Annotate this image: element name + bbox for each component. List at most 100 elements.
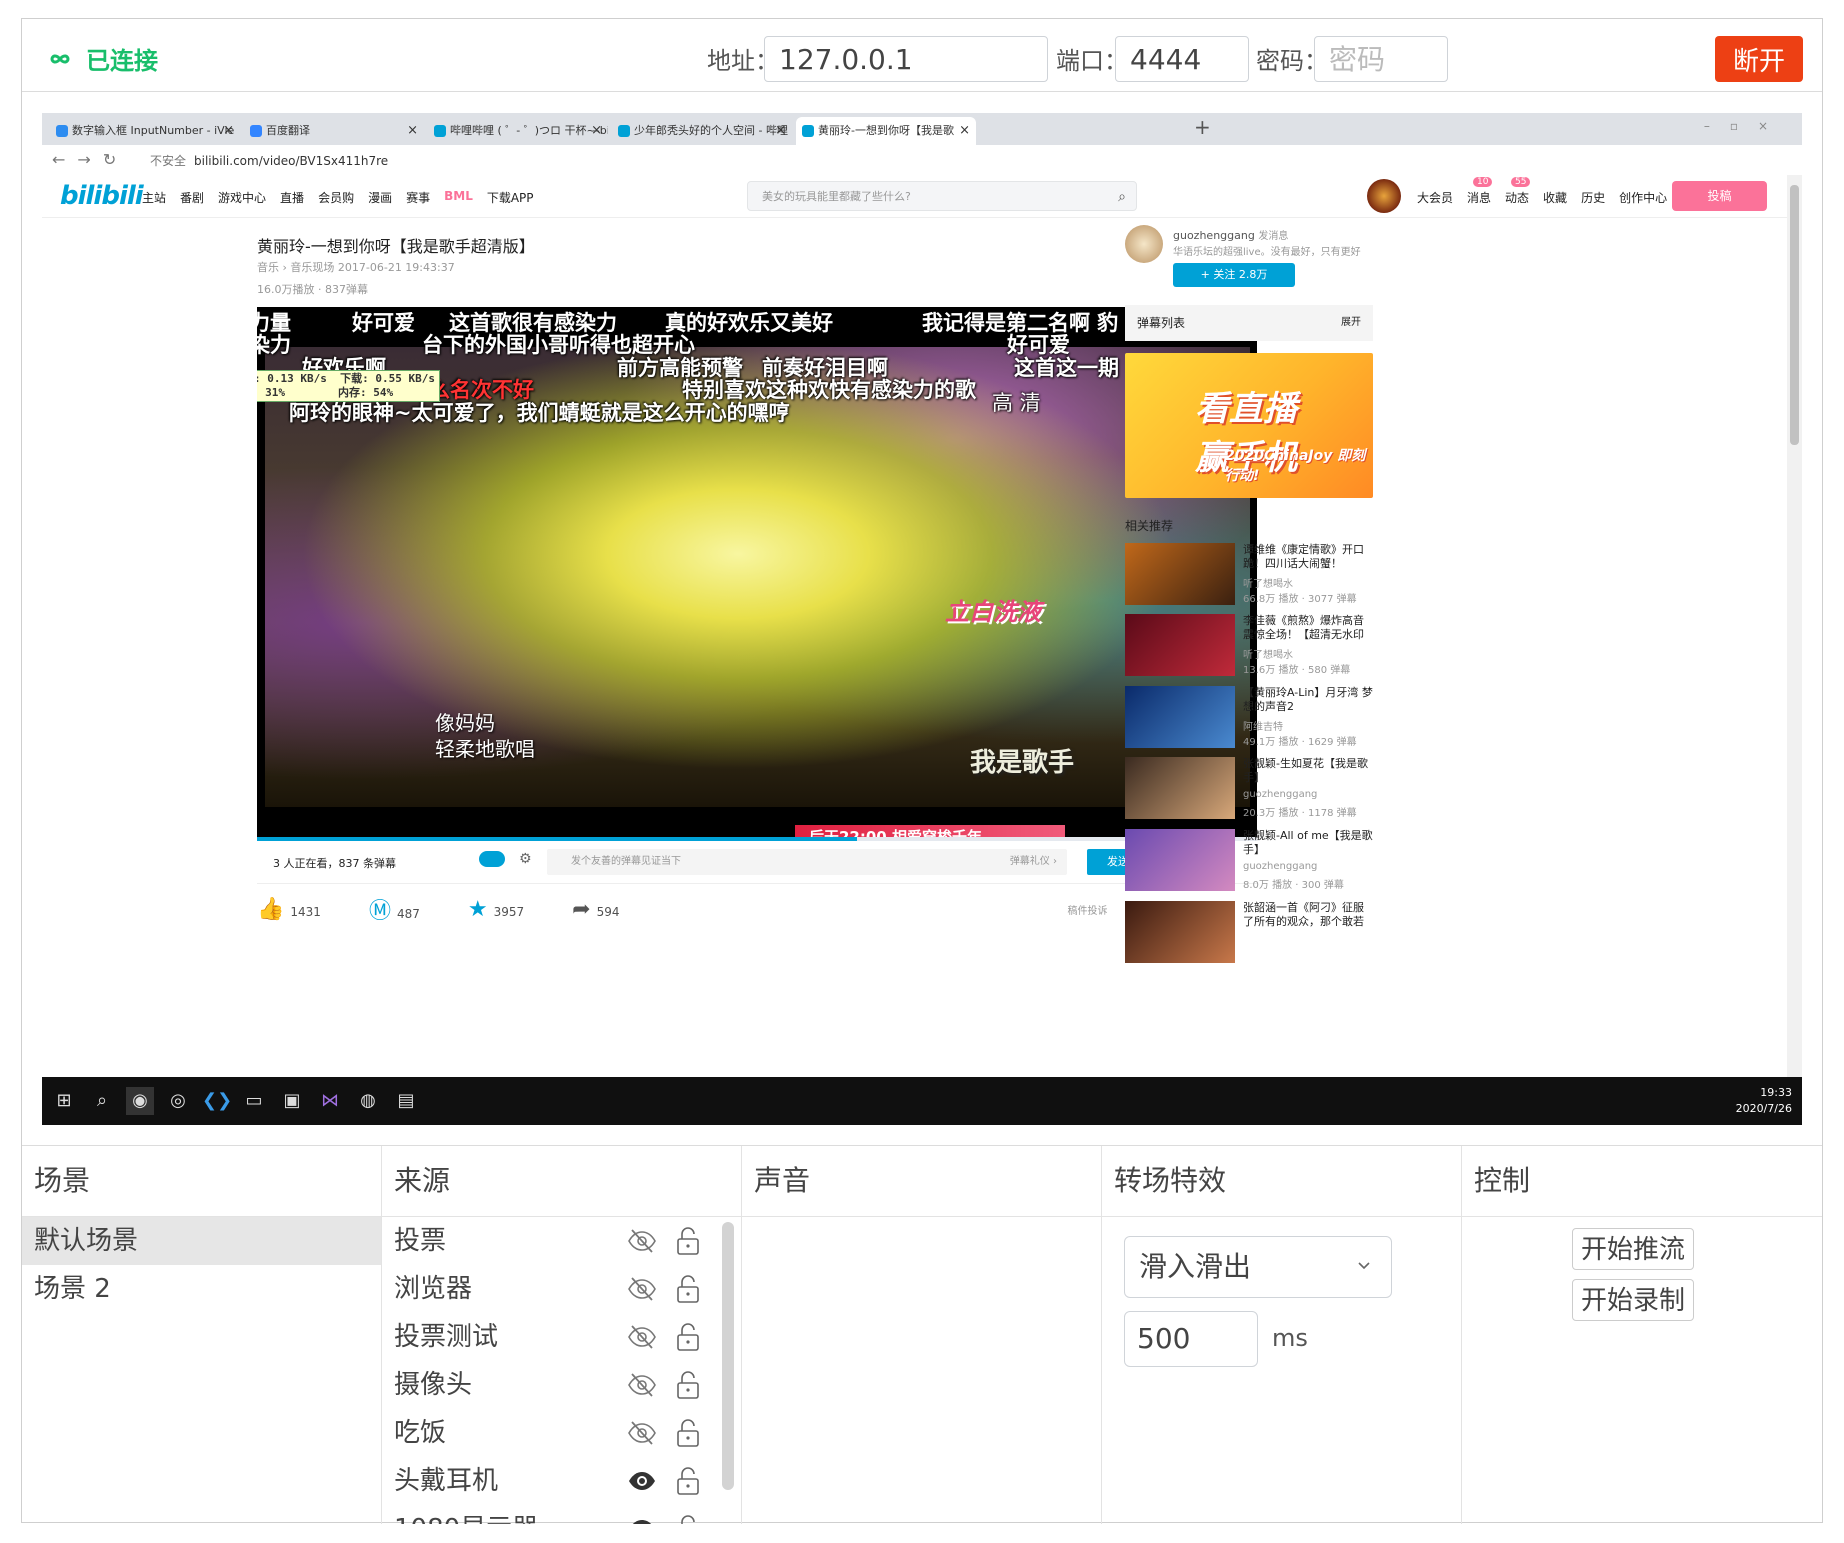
bilibili-logo[interactable]: bilibili <box>60 181 144 211</box>
list-item[interactable]: 张靓颖-生如夏花【我是歌手】 guozhenggang 20.3万 播放 · 117… <box>1125 757 1373 823</box>
site-search-input[interactable]: 美女的玩具能里都藏了些什么? ⌕ <box>747 181 1137 211</box>
nav-link[interactable]: 番剧 <box>180 189 204 206</box>
transition-duration-input[interactable]: 500 <box>1124 1311 1258 1367</box>
nav-arrows-icon[interactable]: ←→↻ <box>52 150 128 169</box>
eye-icon[interactable] <box>627 1516 657 1524</box>
eye-off-icon[interactable] <box>627 1228 657 1254</box>
app-icon[interactable]: ▣ <box>278 1087 306 1115</box>
chrome-icon[interactable]: ◉ <box>126 1087 154 1115</box>
eye-off-icon[interactable] <box>627 1276 657 1302</box>
search-icon[interactable]: ⌕ <box>88 1087 116 1115</box>
like-button[interactable]: 👍 1431 <box>257 897 321 922</box>
eye-off-icon[interactable] <box>627 1420 657 1446</box>
source-item[interactable]: 1080显示器 <box>382 1505 741 1524</box>
user-link[interactable]: 动态 55 <box>1505 177 1531 206</box>
share-button[interactable]: ➦ 594 <box>572 897 619 922</box>
user-link[interactable]: 大会员 <box>1417 189 1453 206</box>
vscode-icon[interactable]: ❮❯ <box>202 1087 232 1115</box>
danmaku-etiquette-link[interactable]: 弹幕礼仪 › <box>1010 849 1057 875</box>
source-item[interactable]: 摄像头 <box>382 1361 741 1409</box>
nav-link[interactable]: 会员购 <box>318 189 354 206</box>
nav-link[interactable]: BML <box>444 189 473 206</box>
nav-link[interactable]: 主站 <box>142 189 166 206</box>
browser-tab[interactable]: 少年郎秃头好的个人空间 - 哔哩 × <box>612 117 792 145</box>
list-item[interactable]: 谭维维《康定情歌》开口跪！四川话大闹蟹！【我…听了想喝水66.8万 播放 · 3… <box>1125 543 1373 609</box>
source-scrollbar[interactable] <box>722 1222 734 1490</box>
upload-button[interactable]: 投稿 <box>1672 181 1767 211</box>
danmaku-list-header[interactable]: 弹幕列表 展开 <box>1125 305 1373 341</box>
unlock-icon[interactable] <box>676 1466 700 1496</box>
close-icon[interactable]: × <box>591 117 602 145</box>
close-icon[interactable]: × <box>775 117 786 145</box>
nav-link[interactable]: 下载APP <box>487 189 534 206</box>
source-item[interactable]: 投票测试 <box>382 1313 741 1361</box>
close-icon[interactable]: × <box>223 117 234 145</box>
visual-studio-icon[interactable]: ⋈ <box>316 1087 344 1115</box>
nav-link[interactable]: 直播 <box>280 189 304 206</box>
source-item[interactable]: 头戴耳机 <box>382 1457 741 1505</box>
report-link[interactable]: 稿件投诉 <box>1068 902 1108 917</box>
app-icon[interactable]: ◍ <box>354 1087 382 1115</box>
ad-banner[interactable]: 看直播 赢手机 2020ChinaJoy 即刻行动! <box>1125 353 1373 498</box>
browser-tab[interactable]: 百度翻译 × <box>244 117 424 145</box>
start-record-button[interactable]: 开始录制 <box>1572 1279 1694 1321</box>
password-input[interactable] <box>1314 36 1448 82</box>
terminal-icon[interactable]: ▭ <box>240 1087 268 1115</box>
close-icon[interactable]: × <box>959 117 970 145</box>
user-link[interactable]: 创作中心 <box>1619 189 1667 206</box>
start-stream-button[interactable]: 开始推流 <box>1572 1228 1694 1270</box>
user-link[interactable]: 收藏 <box>1543 189 1567 206</box>
nav-link[interactable]: 赛事 <box>406 189 430 206</box>
eye-off-icon[interactable] <box>627 1372 657 1398</box>
source-item[interactable]: 投票 <box>382 1217 741 1265</box>
video-player[interactable]: 立白洗液 像妈妈 轻柔地歌唱 我是歌手 后天22:00 相爱穿梭千年 力量 好可… <box>257 307 1257 837</box>
unlock-icon[interactable] <box>676 1226 700 1256</box>
danmaku-input[interactable]: 发个友善的弹幕见证当下 弹幕礼仪 › <box>547 849 1067 875</box>
source-item[interactable]: 吃饭 <box>382 1409 741 1457</box>
favorite-button[interactable]: ★ 3957 <box>468 897 524 922</box>
windows-start-icon[interactable]: ⊞ <box>50 1087 78 1115</box>
list-item[interactable]: 李佳薇《煎熬》爆炸高音震惊全场！【超清无水印+…听了想喝水13.6万 播放 · … <box>1125 614 1373 680</box>
transition-select[interactable]: 滑入滑出 <box>1124 1236 1392 1298</box>
browser-tab-active[interactable]: 黄丽玲-一想到你呀【我是歌 × <box>796 117 976 145</box>
unlock-icon[interactable] <box>676 1370 700 1400</box>
coin-button[interactable]: Ⓜ 487 <box>369 893 420 925</box>
source-item[interactable]: 浏览器 <box>382 1265 741 1313</box>
user-link[interactable]: 历史 <box>1581 189 1605 206</box>
unlock-icon[interactable] <box>676 1274 700 1304</box>
avatar[interactable] <box>1367 179 1401 213</box>
send-message-link[interactable]: 发消息 <box>1258 231 1288 242</box>
window-controls[interactable]: –▫× <box>1704 119 1788 133</box>
scene-item-default[interactable]: 默认场景 <box>22 1217 381 1265</box>
address-input[interactable] <box>764 36 1048 82</box>
danmaku-settings-icon[interactable]: ⚙ <box>519 851 532 867</box>
danmaku-toggle[interactable] <box>479 851 505 867</box>
follow-button[interactable]: + 关注 2.8万 <box>1173 263 1295 287</box>
page-scrollbar[interactable] <box>1787 175 1802 1077</box>
list-item[interactable]: 张靓颖-All of me【我是歌手】 guozhenggang 8.0万 播放 ·… <box>1125 829 1373 895</box>
user-link[interactable]: 消息 10 <box>1467 177 1493 206</box>
scene-item-2[interactable]: 场景 2 <box>22 1265 381 1313</box>
nav-link[interactable]: 游戏中心 <box>218 189 266 206</box>
eye-off-icon[interactable] <box>627 1324 657 1350</box>
eye-icon[interactable] <box>627 1468 657 1494</box>
nav-link[interactable]: 漫画 <box>368 189 392 206</box>
url-field[interactable]: 不安全 bilibili.com/video/BV1Sx411h7re <box>150 152 388 169</box>
uploader-name[interactable]: guozhenggang 发消息 <box>1173 227 1288 242</box>
taskbar-clock[interactable]: 19:33 2020/7/26 <box>1736 1085 1792 1117</box>
disconnect-button[interactable]: 断开 <box>1715 36 1803 82</box>
browser-tab[interactable]: 哔哩哔哩 ( ゜- ゜)つロ 干杯~-bili × <box>428 117 608 145</box>
app-icon[interactable]: ▤ <box>392 1087 420 1115</box>
uploader-avatar[interactable] <box>1125 225 1163 263</box>
new-tab-icon[interactable]: + <box>1194 115 1211 139</box>
port-input[interactable] <box>1115 36 1249 82</box>
expand-link[interactable]: 展开 <box>1341 305 1361 341</box>
list-item[interactable]: 张韶涵一首《阿刁》征服了所有的观众，那个敢若拉… <box>1125 901 1373 967</box>
close-icon[interactable]: × <box>407 117 418 145</box>
browser-tab[interactable]: 数字输入框 InputNumber - iVie × <box>50 117 240 145</box>
list-item[interactable]: 【黄丽玲A-Lin】月牙湾 梦想的声音2 阿维吉特 49.1万 播放 · 1629 … <box>1125 686 1373 752</box>
search-icon[interactable]: ⌕ <box>1118 182 1126 212</box>
unlock-icon[interactable] <box>676 1322 700 1352</box>
obs-icon[interactable]: ◎ <box>164 1087 192 1115</box>
unlock-icon[interactable] <box>676 1514 700 1524</box>
